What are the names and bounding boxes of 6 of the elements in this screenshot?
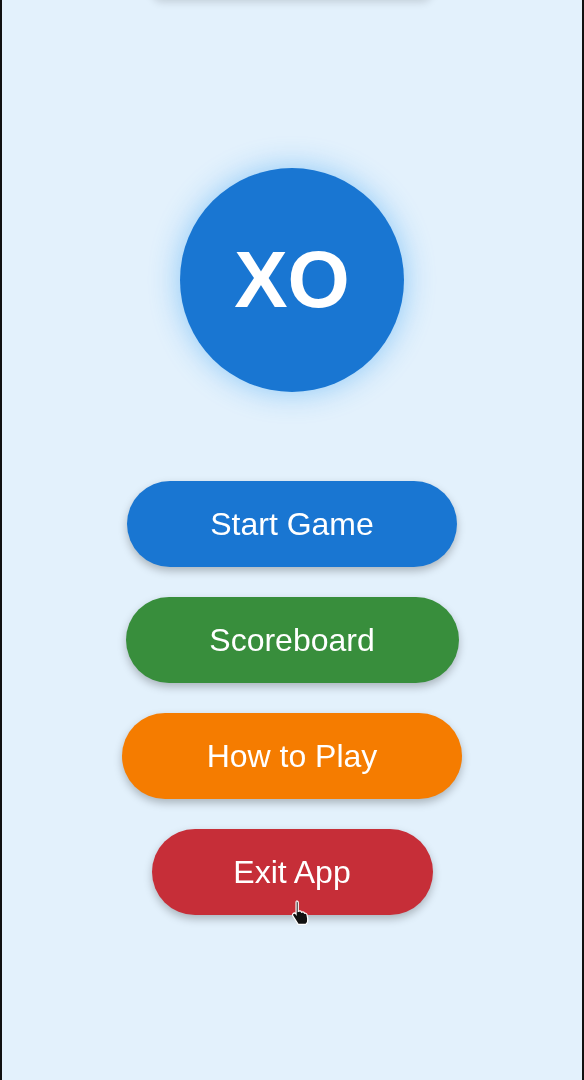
pointer-cursor-icon	[289, 899, 310, 926]
menu-button[interactable]: Start Game	[127, 481, 457, 567]
menu-button[interactable]: Exit App	[151, 829, 433, 915]
logo-badge: XO	[180, 168, 404, 392]
menu-button[interactable]: Scoreboard	[125, 597, 459, 683]
menu-button[interactable]: How to Play	[122, 713, 462, 799]
